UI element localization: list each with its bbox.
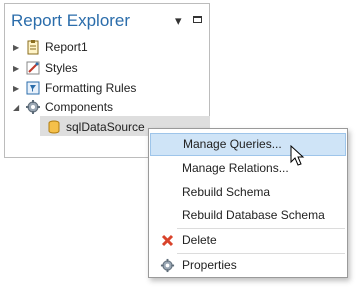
menu-item-label: Manage Queries... bbox=[183, 137, 282, 151]
expand-arrow-icon[interactable]: ▶ bbox=[13, 64, 25, 73]
tree-item-styles[interactable]: ▶ Styles bbox=[13, 59, 78, 77]
collapse-arrow-icon[interactable]: ◢ bbox=[13, 103, 25, 112]
formatting-rules-icon bbox=[26, 81, 40, 95]
tree-item-components[interactable]: ◢ Components bbox=[13, 98, 113, 116]
menu-item-label: Delete bbox=[182, 233, 217, 247]
tree-item-label: sqlDataSource bbox=[66, 120, 145, 134]
menu-item-rebuild-database-schema[interactable]: Rebuild Database Schema bbox=[150, 204, 346, 227]
menu-item-properties[interactable]: Properties bbox=[150, 254, 346, 277]
expand-arrow-icon[interactable]: ▶ bbox=[13, 84, 25, 93]
properties-icon bbox=[160, 258, 175, 273]
tree-item-sqldatasource[interactable]: sqlDataSource bbox=[46, 118, 145, 136]
mouse-cursor-icon bbox=[290, 145, 305, 166]
panel-title: Report Explorer bbox=[11, 11, 131, 30]
tree-item-label: Styles bbox=[45, 61, 78, 75]
report-icon bbox=[27, 40, 39, 55]
menu-item-label: Rebuild Database Schema bbox=[182, 208, 325, 222]
styles-icon bbox=[26, 61, 40, 75]
tree-item-label: Formatting Rules bbox=[45, 81, 137, 95]
menu-item-label: Rebuild Schema bbox=[182, 185, 271, 199]
menu-item-manage-queries[interactable]: Manage Queries... bbox=[150, 133, 346, 156]
tree-item-label: Components bbox=[45, 100, 114, 114]
menu-item-rebuild-schema[interactable]: Rebuild Schema bbox=[150, 181, 346, 204]
maximize-icon[interactable] bbox=[193, 16, 202, 23]
tree-item-report1[interactable]: ▶ Report1 bbox=[13, 38, 88, 56]
gear-icon bbox=[26, 100, 40, 114]
menu-item-delete[interactable]: Delete bbox=[150, 229, 346, 252]
delete-icon bbox=[161, 234, 174, 247]
tree-item-label: Report1 bbox=[45, 40, 88, 54]
context-menu: Manage Queries... Manage Relations... Re… bbox=[148, 128, 348, 278]
database-icon bbox=[48, 120, 60, 134]
pin-icon[interactable]: ▾ bbox=[175, 13, 182, 29]
menu-item-label: Manage Relations... bbox=[182, 161, 289, 175]
expand-arrow-icon[interactable]: ▶ bbox=[13, 43, 25, 52]
tree-item-formatting-rules[interactable]: ▶ Formatting Rules bbox=[13, 79, 136, 97]
menu-item-label: Properties bbox=[182, 258, 237, 272]
menu-item-manage-relations[interactable]: Manage Relations... bbox=[150, 157, 346, 180]
